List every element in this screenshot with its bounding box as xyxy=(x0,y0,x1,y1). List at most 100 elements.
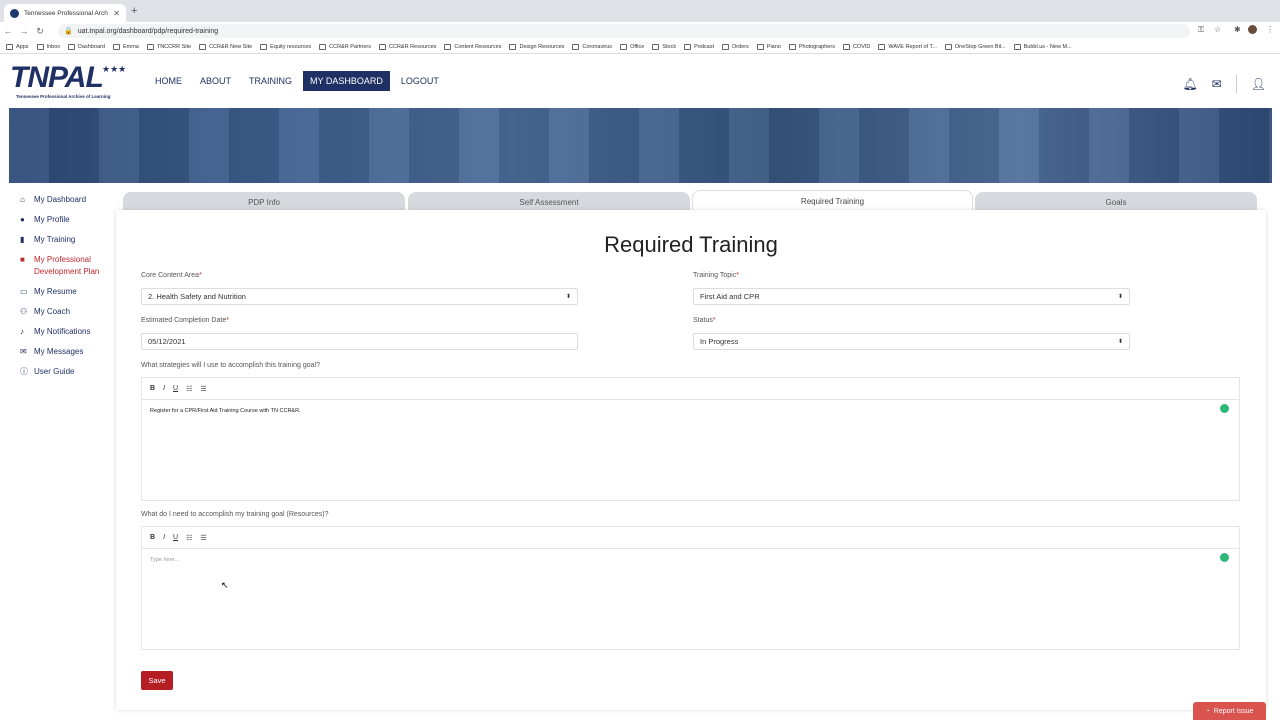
sidebar-item-my-messages[interactable]: ✉ My Messages xyxy=(20,346,116,358)
bookmark-label: CCR&R Resources xyxy=(389,43,437,50)
bookmark-item[interactable]: CCR&R Resources xyxy=(379,43,437,50)
completion-date-label: Estimated Completion Date* xyxy=(141,317,229,324)
key-icon[interactable]: ⚿ xyxy=(1198,25,1204,35)
underline-button[interactable]: U xyxy=(173,534,178,541)
bullet-list-icon[interactable]: ☰ xyxy=(200,385,206,393)
sidebar-item-my-coach[interactable]: ⚇ My Coach xyxy=(20,306,116,318)
folder-icon xyxy=(260,43,268,50)
bell-icon[interactable]: 🔔︎ xyxy=(1182,77,1197,91)
user-icon[interactable]: 👤︎ xyxy=(1251,77,1266,91)
status-select[interactable]: In Progress ⬍ xyxy=(693,333,1130,350)
tnpal-logo[interactable]: TNPAL ★★★ Tennessee Professional Archive… xyxy=(10,61,140,101)
bookmark-item[interactable]: Piano xyxy=(756,43,781,50)
site-header: TNPAL ★★★ Tennessee Professional Archive… xyxy=(0,55,1280,107)
grammarly-icon[interactable] xyxy=(1220,553,1229,562)
reload-icon[interactable]: ↻ xyxy=(32,26,48,37)
sidebar-item-my-resume[interactable]: ▭ My Resume xyxy=(20,286,116,298)
resources-placeholder[interactable]: Type here... xyxy=(142,549,1239,571)
bookmark-label: COVID xyxy=(852,43,871,50)
completion-date-input[interactable]: 05/12/2021 xyxy=(141,333,578,350)
bookmark-item[interactable]: Content Resources xyxy=(444,43,501,50)
new-tab-icon[interactable]: + xyxy=(131,5,137,17)
profile-avatar[interactable] xyxy=(1248,25,1257,34)
tab-goals[interactable]: Goals xyxy=(975,192,1257,212)
grammarly-icon[interactable] xyxy=(1220,404,1229,413)
tab-self-assessment[interactable]: Self Assessment xyxy=(408,192,690,212)
address-input[interactable]: 🔒 uat.tnpal.org/dashboard/pdp/required-t… xyxy=(58,24,1190,38)
browser-tab[interactable]: Tennessee Professional Archiv... ✕ xyxy=(4,4,126,22)
bookmark-item[interactable]: CCR&R New Site xyxy=(199,43,252,50)
envelope-icon[interactable]: ✉ xyxy=(1212,77,1222,91)
sidebar-item-label: User Guide xyxy=(34,367,75,376)
bookmark-item[interactable]: WAVE Report of T... xyxy=(878,43,937,50)
required-marker: * xyxy=(736,272,739,279)
folder-icon xyxy=(36,43,44,50)
tab-required-training[interactable]: Required Training xyxy=(692,190,973,212)
sidebar-item-my-profile[interactable]: ● My Profile xyxy=(20,214,116,226)
forward-icon[interactable]: → xyxy=(16,26,32,36)
bookmark-item[interactable]: Coronavirus xyxy=(572,43,612,50)
bookmark-item[interactable]: CCR&R Partners xyxy=(319,43,371,50)
extensions-icon[interactable]: ✱ xyxy=(1234,25,1241,34)
bookmark-item[interactable]: Podcast xyxy=(684,43,714,50)
nav-training[interactable]: TRAINING xyxy=(242,71,299,91)
ordered-list-icon[interactable]: ☷ xyxy=(186,534,192,542)
sidebar-item-my-dashboard[interactable]: ⌂ My Dashboard xyxy=(20,194,116,206)
folder-icon xyxy=(788,43,796,50)
bookmark-item[interactable]: Dashboard xyxy=(68,43,105,50)
bookmark-label: Orders xyxy=(731,43,749,50)
strategies-editor[interactable]: B I U ☷ ☰ Register for a CPR/First Aid T… xyxy=(141,377,1240,501)
label-text: Training Topic xyxy=(693,272,737,279)
book-icon: ▮ xyxy=(20,235,25,244)
bookmark-item[interactable]: TNCCRR Site xyxy=(146,43,191,50)
report-issue-button[interactable]: ◔ Report Issue xyxy=(1193,702,1266,720)
folder-icon xyxy=(199,43,207,50)
underline-button[interactable]: U xyxy=(173,385,178,392)
bookmark-item[interactable]: COVID xyxy=(842,43,871,50)
ordered-list-icon[interactable]: ☷ xyxy=(186,385,192,393)
core-content-select[interactable]: 2. Health Safety and Nutrition ⬍ xyxy=(141,288,578,305)
menu-icon[interactable]: ⋮ xyxy=(1266,25,1274,34)
nav-home[interactable]: HOME xyxy=(148,71,189,91)
sidebar-item-my-notifications[interactable]: ♪ My Notifications xyxy=(20,326,116,338)
italic-button[interactable]: I xyxy=(163,385,165,392)
folder-icon xyxy=(509,43,517,50)
sidebar-item-label: My Messages xyxy=(34,347,84,356)
back-icon[interactable]: ← xyxy=(0,26,16,36)
training-topic-select[interactable]: First Aid and CPR ⬍ xyxy=(693,288,1130,305)
nav-logout[interactable]: LOGOUT xyxy=(394,71,446,91)
bookmark-item[interactable]: Photographers xyxy=(788,43,835,50)
sidebar-item-my-training[interactable]: ▮ My Training xyxy=(20,234,116,246)
bookmark-item[interactable]: Inbox xyxy=(36,43,60,50)
tab-pdp-info[interactable]: PDP Info xyxy=(123,192,405,212)
sidebar-item-my-pdp[interactable]: ■ My Professional Development Plan xyxy=(20,254,116,278)
strategies-text[interactable]: Register for a CPR/First Aid Training Co… xyxy=(142,400,1239,422)
briefcase-icon: ■ xyxy=(20,255,25,264)
bookmark-item[interactable]: Stock xyxy=(652,43,677,50)
bookmark-label: Stock xyxy=(662,43,677,50)
nav-my-dashboard[interactable]: MY DASHBOARD xyxy=(303,71,390,91)
nav-about[interactable]: ABOUT xyxy=(193,71,238,91)
bookmark-item[interactable]: Equity resources xyxy=(260,43,311,50)
bold-button[interactable]: B xyxy=(150,534,155,541)
star-icon[interactable]: ☆ xyxy=(1214,25,1221,34)
select-caret-icon: ⬍ xyxy=(565,294,571,300)
close-tab-icon[interactable]: ✕ xyxy=(113,9,120,18)
italic-button[interactable]: I xyxy=(163,534,165,541)
bookmark-item[interactable]: Bubbl.us - New M... xyxy=(1013,43,1072,50)
save-button[interactable]: Save xyxy=(141,671,173,690)
editor-toolbar: B I U ☷ ☰ xyxy=(142,527,1239,549)
bookmark-item[interactable]: Apps xyxy=(6,43,29,50)
chat-icon: ◔ xyxy=(1205,707,1210,715)
bookmark-item[interactable]: Office xyxy=(620,43,644,50)
bold-button[interactable]: B xyxy=(150,385,155,392)
id-card-icon: ▭ xyxy=(20,287,28,296)
bullet-list-icon[interactable]: ☰ xyxy=(200,534,206,542)
bookmark-item[interactable]: Emma xyxy=(112,43,139,50)
sidebar-item-user-guide[interactable]: ⓘ User Guide xyxy=(20,366,116,378)
bookmark-item[interactable]: Design Resources xyxy=(509,43,564,50)
resources-editor[interactable]: B I U ☷ ☰ Type here... xyxy=(141,526,1240,650)
info-icon: ⓘ xyxy=(20,367,28,376)
bookmark-item[interactable]: Orders xyxy=(721,43,749,50)
bookmark-item[interactable]: OneStop Green Bil... xyxy=(944,43,1006,50)
